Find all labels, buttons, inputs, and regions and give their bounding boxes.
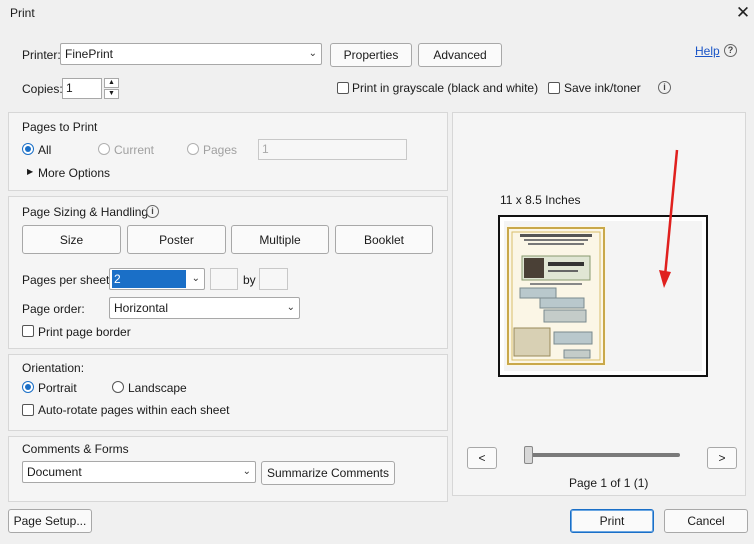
- annotation-arrow-shaft: [663, 149, 679, 277]
- grayscale-checkbox[interactable]: [337, 82, 349, 94]
- chevron-down-icon: ⌄: [308, 48, 317, 59]
- thumbnail-card: [543, 309, 587, 323]
- thumbnail-text-line: [548, 270, 578, 272]
- copies-input[interactable]: 1: [62, 78, 102, 99]
- thumbnail-text-line: [524, 239, 588, 241]
- print-border-checkbox[interactable]: [22, 325, 34, 337]
- info-icon[interactable]: i: [658, 81, 671, 94]
- annotation-arrow-head: [659, 270, 671, 288]
- thumbnail-card: [519, 287, 557, 299]
- pages-radio[interactable]: [187, 143, 199, 155]
- thumbnail-text-line: [548, 262, 584, 266]
- page-order-label: Page order:: [22, 302, 85, 316]
- paper-size-label: 11 x 8.5 Inches: [500, 193, 581, 207]
- expand-triangle-icon[interactable]: ▶: [27, 167, 33, 176]
- all-radio[interactable]: [22, 143, 34, 155]
- page-sizing-heading: Page Sizing & Handling: [22, 205, 149, 219]
- page-status: Page 1 of 1 (1): [569, 476, 649, 490]
- thumbnail-text-line: [530, 283, 582, 285]
- thumbnail-card: [563, 349, 591, 359]
- copies-label: Copies:: [22, 82, 63, 96]
- thumbnail-text-line: [528, 243, 584, 245]
- save-ink-label: Save ink/toner: [564, 81, 641, 95]
- page-slider-thumb[interactable]: [524, 446, 533, 464]
- comments-value: Document: [27, 465, 82, 479]
- thumbnail-card: [553, 331, 593, 345]
- pages-label: Pages: [203, 143, 238, 157]
- page-slider-track[interactable]: [528, 453, 680, 457]
- chevron-down-icon: ⌄: [242, 466, 251, 477]
- page-setup-button[interactable]: Page Setup...: [8, 509, 92, 533]
- printer-select[interactable]: FinePrint ⌄: [60, 43, 322, 65]
- rows-input[interactable]: [259, 268, 288, 290]
- landscape-label: Landscape: [128, 381, 187, 395]
- by-label: by: [243, 273, 256, 287]
- more-options-link[interactable]: More Options: [38, 166, 110, 180]
- auto-rotate-checkbox[interactable]: [22, 404, 34, 416]
- pages-range-input[interactable]: 1: [258, 139, 407, 160]
- print-button[interactable]: Print: [570, 509, 654, 533]
- title-bar: [0, 0, 754, 28]
- help-icon[interactable]: ?: [724, 44, 737, 57]
- portrait-radio[interactable]: [22, 381, 34, 393]
- window-title: Print: [10, 6, 35, 20]
- printer-select-value: FinePrint: [65, 47, 114, 61]
- copies-up-icon[interactable]: ▲: [104, 78, 119, 88]
- multiple-button[interactable]: Multiple: [231, 225, 329, 254]
- pages-to-print-heading: Pages to Print: [22, 120, 98, 134]
- chevron-down-icon: ⌄: [286, 302, 295, 313]
- portrait-label: Portrait: [38, 381, 77, 395]
- pages-per-sheet-label: Pages per sheet:: [22, 273, 113, 287]
- save-ink-checkbox[interactable]: [548, 82, 560, 94]
- landscape-radio[interactable]: [112, 381, 124, 393]
- printer-label: Printer:: [22, 48, 61, 62]
- copies-down-icon[interactable]: ▼: [104, 89, 119, 99]
- annotation-arrow: [659, 149, 679, 288]
- auto-rotate-label: Auto-rotate pages within each sheet: [38, 403, 230, 417]
- thumbnail-card: [539, 297, 585, 309]
- grayscale-label: Print in grayscale (black and white): [352, 81, 539, 95]
- pages-per-sheet-value: 2: [112, 270, 186, 288]
- current-label: Current: [114, 143, 155, 157]
- comments-heading: Comments & Forms: [22, 442, 129, 456]
- size-button[interactable]: Size: [22, 225, 121, 254]
- booklet-button[interactable]: Booklet: [335, 225, 433, 254]
- columns-input[interactable]: [210, 268, 238, 290]
- chevron-down-icon: ⌄: [191, 273, 200, 284]
- page-order-value: Horizontal: [114, 301, 169, 315]
- current-radio[interactable]: [98, 143, 110, 155]
- pages-per-sheet-select[interactable]: 2 ⌄: [109, 268, 205, 290]
- thumbnail-photo: [524, 258, 544, 278]
- comments-select[interactable]: Document ⌄: [22, 461, 256, 483]
- help-link[interactable]: Help: [695, 44, 720, 58]
- thumbnail-text-line: [520, 234, 592, 237]
- orientation-heading: Orientation:: [22, 361, 85, 375]
- print-border-label: Print page border: [38, 325, 131, 339]
- close-icon[interactable]: ✕: [733, 2, 753, 24]
- prev-page-button[interactable]: <: [467, 447, 497, 469]
- properties-button[interactable]: Properties: [330, 43, 412, 67]
- sizing-info-icon[interactable]: i: [146, 205, 159, 218]
- preview-page-thumbnail: [506, 226, 606, 366]
- page-order-select[interactable]: Horizontal ⌄: [109, 297, 300, 319]
- summarize-comments-button[interactable]: Summarize Comments: [261, 461, 395, 485]
- advanced-button[interactable]: Advanced: [418, 43, 502, 67]
- next-page-button[interactable]: >: [707, 447, 737, 469]
- poster-button[interactable]: Poster: [127, 225, 226, 254]
- all-label: All: [38, 143, 52, 157]
- cancel-button[interactable]: Cancel: [664, 509, 748, 533]
- thumbnail-text-block: [513, 327, 551, 357]
